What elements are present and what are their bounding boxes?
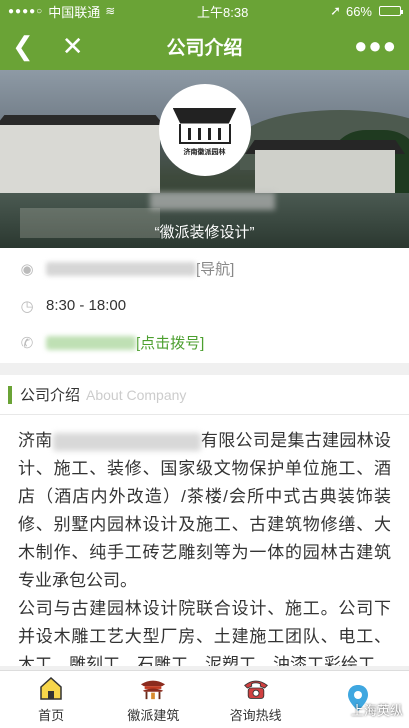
page-title: 公司介绍 (166, 37, 243, 59)
signal-icon: ●●●●○ (8, 5, 44, 17)
navigate-link[interactable]: [导航] (196, 258, 234, 279)
section-subtitle: About Company (86, 386, 187, 403)
company-intro-section: 公司介绍 About Company 济南 有限公司是集古建园林设计、施工、装修、… (0, 375, 409, 666)
section-title: 公司介绍 (20, 387, 81, 404)
battery-icon (379, 6, 403, 16)
hours-row: ◷ 8:30 - 18:00 (0, 287, 409, 324)
location-arrow-icon: ➚ (330, 3, 341, 18)
status-time: 上午8:38 (197, 4, 249, 20)
battery-percent: 66% (345, 3, 372, 19)
phone-blurred (46, 335, 136, 350)
company-name-blurred (52, 432, 201, 451)
more-dots-icon[interactable]: ●●● (307, 33, 397, 59)
intro-prefix: 济南 (18, 431, 53, 450)
address-blurred (46, 261, 196, 276)
logo-roof-icon (172, 107, 237, 124)
phone-row[interactable]: ✆ [点击拨号] (0, 324, 409, 361)
company-logo: 济南徽派园林 (158, 84, 251, 176)
clock-icon: ◷ (20, 297, 34, 315)
intro-text: 济南 有限公司是集古建园林设计、施工、装修、国家级文物保护单位施工、酒店（酒店内外… (0, 415, 409, 666)
phone-icon: ✆ (20, 334, 34, 352)
business-hours: 8:30 - 18:00 (46, 297, 127, 314)
address-row[interactable]: ◉ [导航] (0, 250, 409, 287)
tab-label: 徽派建筑 (127, 708, 180, 723)
location-pin-icon: ◉ (20, 260, 34, 278)
section-accent-bar (8, 385, 12, 404)
tab-label: 首页 (38, 708, 65, 723)
hero-blurred-text (150, 192, 275, 210)
phone-icon (243, 675, 269, 701)
pavilion-icon (140, 675, 166, 701)
home-icon (38, 675, 64, 701)
call-link[interactable]: [点击拨号] (136, 332, 204, 353)
intro-paragraph-text: 有限公司是集古建园林设计、施工、装修、国家级文物保护单位施工、酒店（酒店内外改造… (18, 431, 392, 590)
logo-text: 济南徽派园林 (183, 148, 226, 156)
hero-slogan: “徽派装修设计” (154, 224, 255, 241)
tab-hotline[interactable]: 咨询热线 (205, 671, 307, 728)
intro-paragraph: 济南 有限公司是集古建园林设计、施工、装修、国家级文物保护单位施工、酒店（酒店内外… (18, 427, 391, 595)
hero-banner: 济南徽派园林 “徽派装修设计” (0, 70, 409, 248)
status-bar: ●●●●○ 中国联通 ≋ 上午8:38 ➚ 66% (0, 0, 409, 22)
tab-home[interactable]: 首页 (0, 671, 102, 728)
close-icon[interactable]: ✕ (62, 33, 84, 59)
back-icon[interactable]: ❮ (12, 33, 34, 59)
section-header: 公司介绍 About Company (0, 375, 409, 415)
tab-label: 咨询热线 (229, 708, 282, 723)
nav-bar: ❮ ✕ 公司介绍 ●●● (0, 22, 409, 70)
wifi-icon: ≋ (105, 4, 116, 18)
hero-house (0, 125, 160, 195)
tab-architecture[interactable]: 徽派建筑 (102, 671, 204, 728)
contact-info: ◉ [导航] ◷ 8:30 - 18:00 ✆ [点击拨号] (0, 248, 409, 363)
intro-paragraph: 公司与古建园林设计院联合设计、施工。公司下并设木雕工艺大型厂房、土建施工团队、电… (18, 599, 391, 666)
logo-building-icon (178, 123, 231, 144)
bottom-tab-bar: 首页 徽派建筑 咨询热线 (0, 670, 409, 728)
carrier-label: 中国联通 (48, 4, 101, 20)
watermark: 上海英纵 (350, 703, 403, 718)
